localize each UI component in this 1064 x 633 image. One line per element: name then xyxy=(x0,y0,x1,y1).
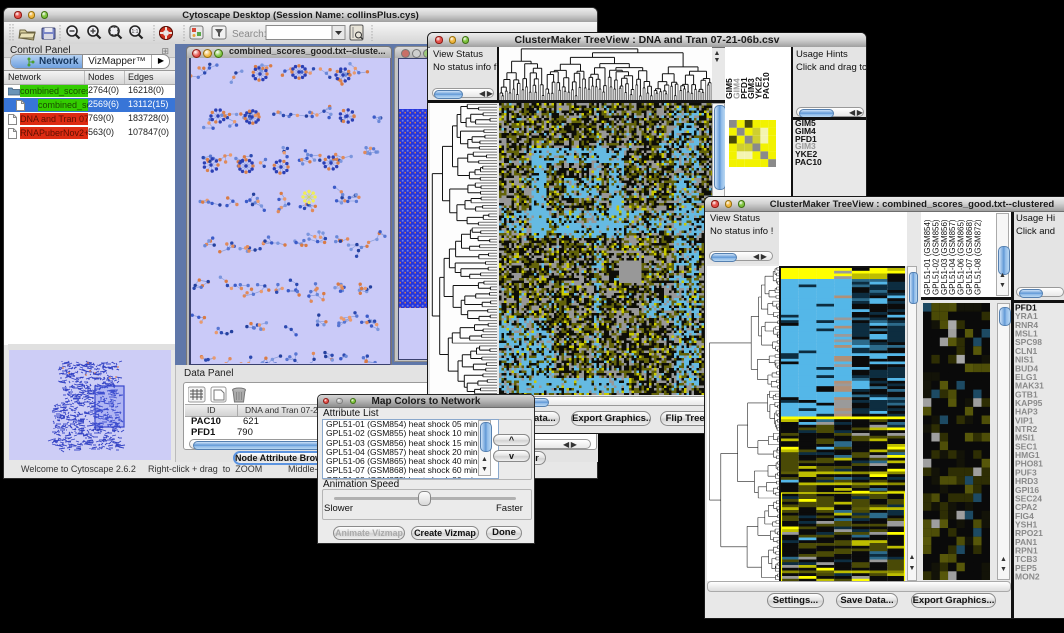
svg-text:Search:: Search: xyxy=(232,29,266,40)
svg-text:1:1: 1:1 xyxy=(132,29,139,35)
svg-text:GPL51-08 (GSM872): GPL51-08 (GSM872) xyxy=(973,219,982,295)
svg-text:PAC10: PAC10 xyxy=(761,72,771,99)
svg-text:MON2: MON2 xyxy=(1015,572,1040,581)
